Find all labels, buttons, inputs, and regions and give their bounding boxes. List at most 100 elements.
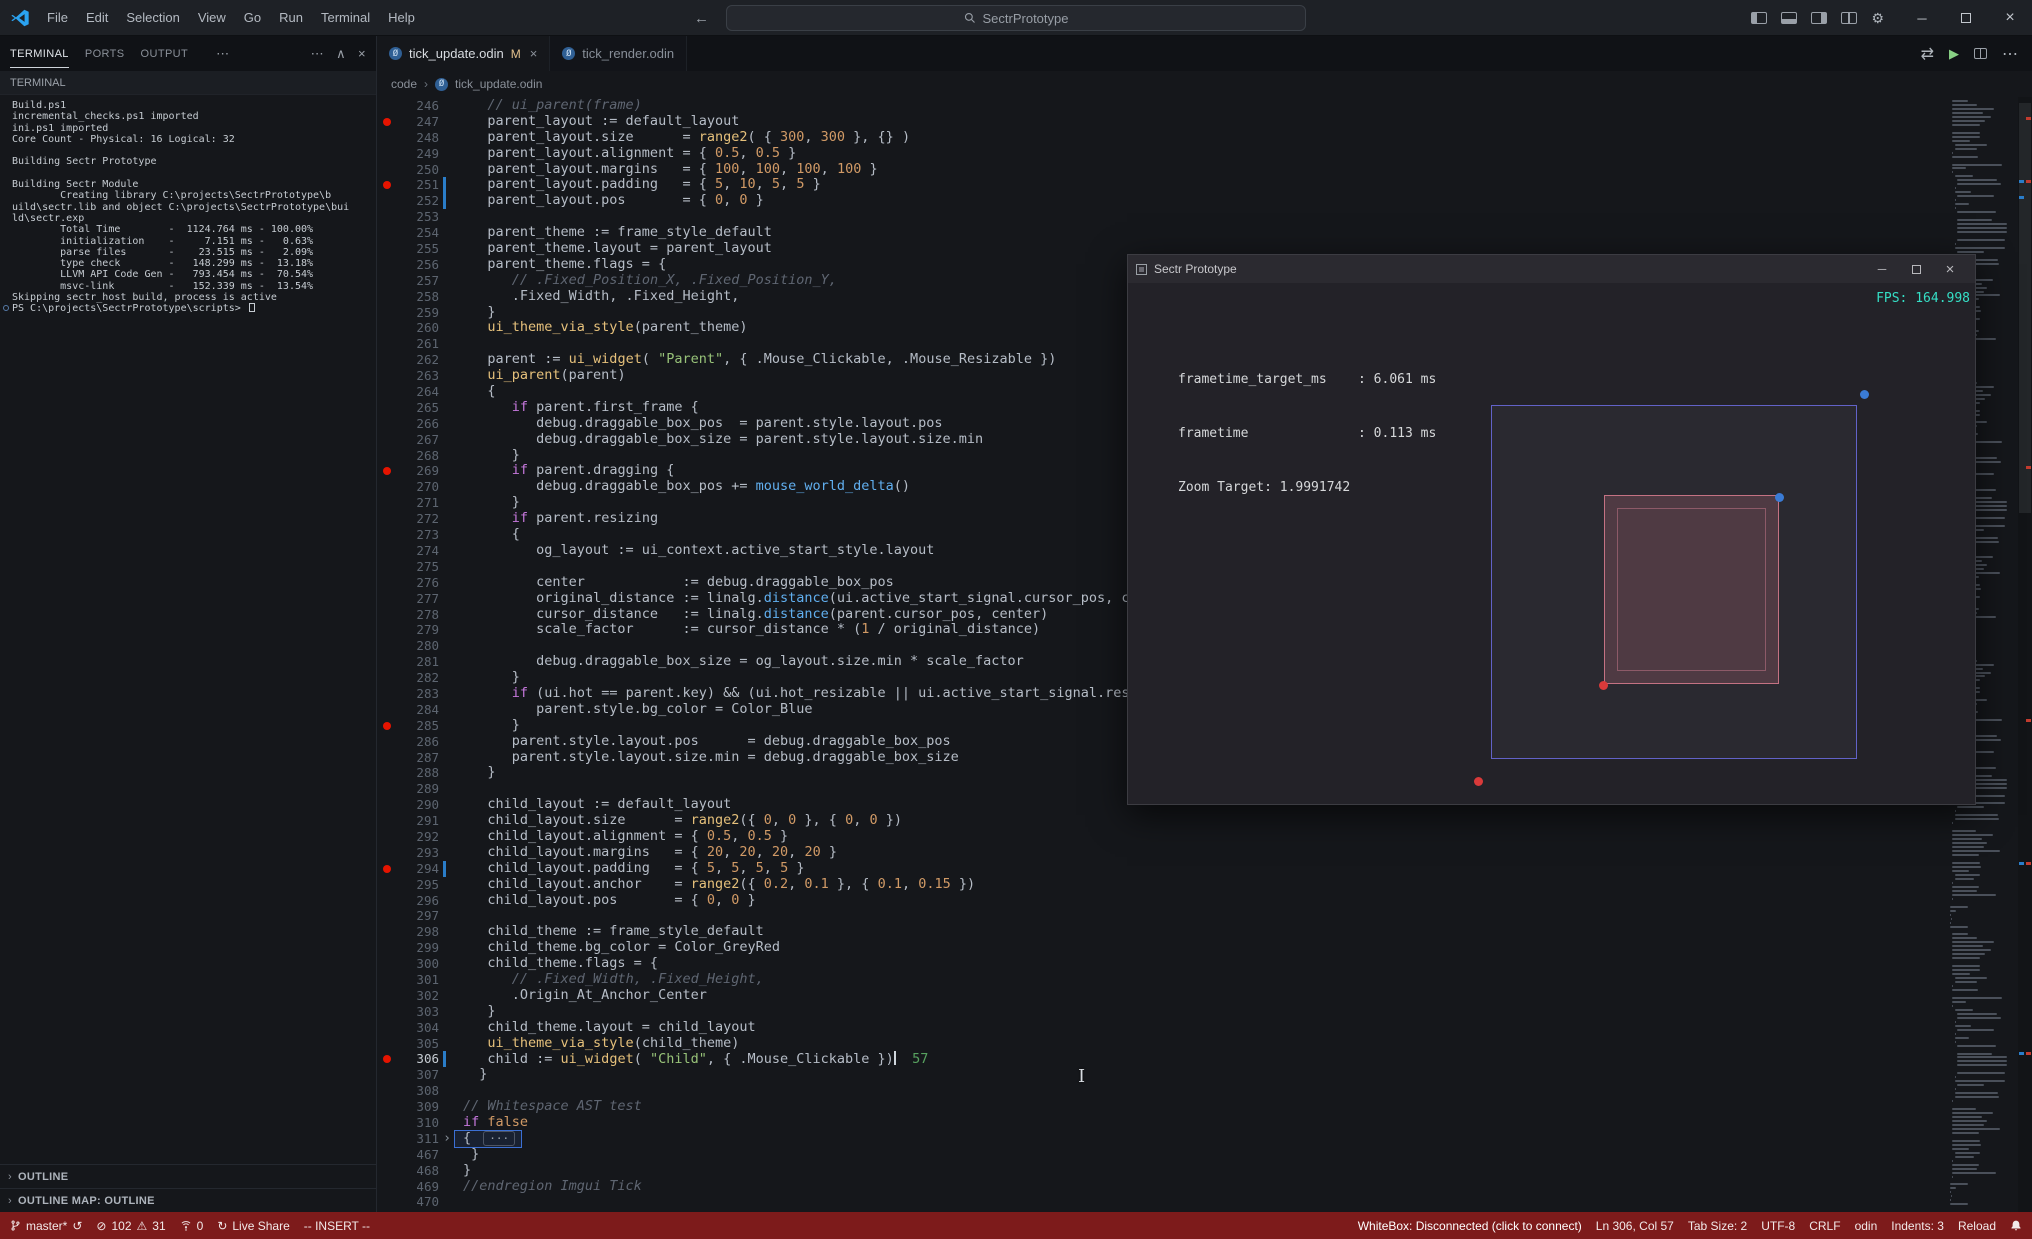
back-icon[interactable]: ← [694,10,709,27]
outline-map-section-header[interactable]: › OUTLINE MAP: OUTLINE [0,1188,376,1212]
menu-view[interactable]: View [189,0,235,36]
breakpoint-gutter[interactable] [377,607,397,623]
line-number[interactable]: 277 [397,591,439,607]
code-line-307[interactable]: 307 } [377,1066,1944,1083]
breakpoint-gutter[interactable] [377,368,397,384]
code-line-298[interactable]: 298 child_theme := frame_style_default [377,923,1944,940]
breadcrumb-item[interactable]: tick_update.odin [455,77,542,91]
breakpoint-gutter[interactable] [377,908,397,924]
line-number[interactable]: 263 [397,368,439,384]
editor-tab-tick_update.odin[interactable]: Øtick_update.odin M × [377,36,551,71]
breakpoint-gutter[interactable] [377,797,397,813]
prototype-minimize-button[interactable]: ─ [1865,255,1899,283]
line-number[interactable]: 289 [397,781,439,797]
code-line-302[interactable]: 302 .Origin_At_Anchor_Center [377,987,1944,1004]
breakpoint-gutter[interactable] [377,702,397,718]
breakpoint-gutter[interactable] [377,734,397,750]
line-number[interactable]: 290 [397,797,439,813]
panel-more-icon[interactable]: ⋯ [311,46,324,62]
code-line-250[interactable]: 250 parent_layout.margins = { 100, 100, … [377,161,1944,178]
line-number[interactable]: 292 [397,829,439,845]
editor-scrollbar[interactable] [2018,97,2032,1212]
line-number[interactable]: 261 [397,336,439,352]
breakpoint-gutter[interactable] [377,527,397,543]
line-number[interactable]: 278 [397,607,439,623]
code-line-295[interactable]: 295 child_layout.anchor = range2({ 0.2, … [377,876,1944,893]
line-number[interactable]: 285 [397,718,439,734]
breakpoint-gutter[interactable] [377,781,397,797]
line-number[interactable]: 298 [397,924,439,940]
line-number[interactable]: 253 [397,209,439,225]
breakpoint-gutter[interactable] [377,1036,397,1052]
breakpoint-gutter[interactable] [377,257,397,273]
line-number[interactable]: 470 [397,1194,439,1210]
line-number[interactable]: 274 [397,543,439,559]
line-number[interactable]: 265 [397,400,439,416]
line-number[interactable]: 306 [397,1051,439,1067]
menu-terminal[interactable]: Terminal [312,0,379,36]
line-number[interactable]: 266 [397,416,439,432]
toggle-secondary-sidebar-icon[interactable] [1811,12,1828,24]
scrollbar-thumb[interactable] [2019,103,2031,513]
line-number[interactable]: 293 [397,845,439,861]
line-number[interactable]: 469 [397,1179,439,1195]
code-line-468[interactable]: 468} [377,1162,1944,1179]
breakpoint-gutter[interactable] [377,130,397,146]
menu-run[interactable]: Run [270,0,312,36]
menu-go[interactable]: Go [235,0,270,36]
breakpoint-gutter[interactable] [377,559,397,575]
line-number[interactable]: 309 [397,1099,439,1115]
outline-section-header[interactable]: › OUTLINE [0,1164,376,1188]
reload-button[interactable]: Reload [1958,1219,1996,1233]
breakpoint-gutter[interactable] [377,813,397,829]
breakpoint-gutter[interactable] [377,1194,397,1210]
line-number[interactable]: 276 [397,575,439,591]
line-number[interactable]: 252 [397,193,439,209]
problems-item[interactable]: ⊘ 102 ⚠ 31 [96,1219,165,1233]
window-close-button[interactable]: × [1988,0,2032,36]
code-line-305[interactable]: 305 ui_theme_via_style(child_theme) [377,1035,1944,1052]
git-branch-item[interactable]: master* ↺ [10,1219,82,1233]
code-line-252[interactable]: 252 parent_layout.pos = { 0, 0 } [377,192,1944,210]
line-number[interactable]: 291 [397,813,439,829]
run-button[interactable]: ▶ [1949,46,1959,62]
breakpoint-gutter[interactable] [377,638,397,654]
breakpoint-gutter[interactable] [377,1067,397,1083]
line-number[interactable]: 467 [397,1147,439,1163]
breakpoint-icon[interactable] [377,463,397,479]
breakpoint-gutter[interactable] [377,336,397,352]
line-number[interactable]: 267 [397,432,439,448]
line-number[interactable]: 311 [397,1131,439,1147]
code-line-311[interactable]: 311 ›{ ··· [377,1129,1944,1148]
line-number[interactable]: 294 [397,861,439,877]
breakpoint-gutter[interactable] [377,972,397,988]
more-actions-icon[interactable]: ⋯ [2002,44,2018,64]
line-number[interactable]: 246 [397,98,439,114]
open-changes-icon[interactable]: ⇄ [1921,44,1934,64]
breakpoint-gutter[interactable] [377,1020,397,1036]
child-widget-box[interactable] [1604,495,1779,684]
code-line-251[interactable]: 251 parent_layout.padding = { 5, 10, 5, … [377,177,1944,194]
breadcrumb[interactable]: code › Øtick_update.odin [377,71,2032,97]
line-number[interactable]: 254 [397,225,439,241]
window-minimize-button[interactable]: ─ [1900,0,1944,36]
line-number[interactable]: 307 [397,1067,439,1083]
terminal-output[interactable]: Build.ps1 incremental_checks.ps1 imported… [0,95,376,1164]
line-number[interactable]: 248 [397,130,439,146]
breakpoint-gutter[interactable] [377,320,397,336]
code-line-309[interactable]: 309 // Whitespace AST test [377,1098,1944,1115]
breakpoint-gutter[interactable] [377,479,397,495]
line-number[interactable]: 308 [397,1083,439,1099]
breakpoint-gutter[interactable] [377,940,397,956]
code-line-303[interactable]: 303 } [377,1003,1944,1020]
live-share-item[interactable]: ↻ Live Share [217,1219,289,1233]
breakpoint-gutter[interactable] [377,432,397,448]
line-number[interactable]: 286 [397,734,439,750]
breakpoint-gutter[interactable] [377,225,397,241]
line-number[interactable]: 284 [397,702,439,718]
window-maximize-button[interactable] [1944,0,1988,36]
panel-maximize-icon[interactable]: ∧ [336,46,346,62]
breakpoint-gutter[interactable] [377,384,397,400]
line-number[interactable]: 303 [397,1004,439,1020]
breakpoint-gutter[interactable] [377,352,397,368]
